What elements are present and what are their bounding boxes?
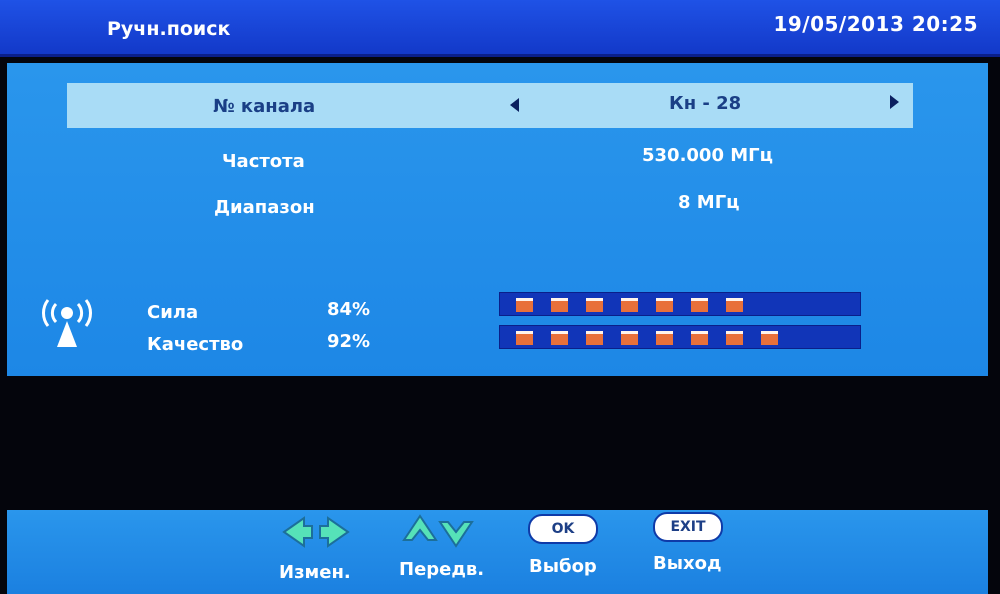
signal-segment — [586, 331, 603, 345]
change-label: Измен. — [279, 562, 351, 583]
select-label: Выбор — [529, 556, 597, 577]
frequency-label: Частота — [222, 151, 305, 172]
quality-label: Качество — [147, 334, 244, 355]
frequency-value: 530.000 МГц — [642, 145, 773, 166]
signal-segment — [761, 331, 778, 345]
signal-segment — [551, 298, 568, 312]
quality-percent: 92% — [327, 331, 371, 352]
signal-segment — [621, 331, 638, 345]
left-right-arrows-icon — [282, 516, 350, 548]
signal-segment — [516, 331, 533, 345]
ok-button[interactable]: OK — [528, 514, 598, 544]
date-time: 19/05/2013 20:25 — [773, 12, 978, 36]
signal-segment — [691, 298, 708, 312]
strength-bar — [499, 292, 861, 316]
bandwidth-label: Диапазон — [214, 197, 315, 218]
antenna-signal-icon — [41, 299, 93, 347]
signal-segment — [656, 298, 673, 312]
signal-segment — [586, 298, 603, 312]
up-down-arrows-icon — [402, 514, 474, 548]
signal-segment — [726, 331, 743, 345]
signal-segment — [656, 331, 673, 345]
channel-row[interactable]: № канала Кн - 28 — [67, 83, 913, 128]
strength-label: Сила — [147, 302, 199, 323]
channel-label: № канала — [213, 96, 316, 117]
strength-percent: 84% — [327, 299, 371, 320]
exit-label: Выход — [653, 553, 722, 574]
title-bar: Ручн.поиск 19/05/2013 20:25 — [0, 0, 1000, 57]
move-label: Передв. — [399, 559, 485, 580]
channel-next-icon[interactable] — [890, 95, 899, 109]
signal-segment — [726, 298, 743, 312]
search-panel: № канала Кн - 28 Частота 530.000 МГц Диа… — [7, 63, 988, 376]
signal-segment — [516, 298, 533, 312]
channel-value: Кн - 28 — [669, 93, 742, 114]
channel-prev-icon[interactable] — [510, 98, 519, 112]
help-bar: Измен. Передв. OK Выбор EXIT Выход — [7, 510, 988, 594]
signal-segment — [691, 331, 708, 345]
signal-segment — [551, 331, 568, 345]
bandwidth-value: 8 МГц — [678, 192, 740, 213]
page-title: Ручн.поиск — [107, 18, 231, 40]
signal-segment — [621, 298, 638, 312]
quality-bar — [499, 325, 861, 349]
exit-button[interactable]: EXIT — [653, 512, 723, 542]
